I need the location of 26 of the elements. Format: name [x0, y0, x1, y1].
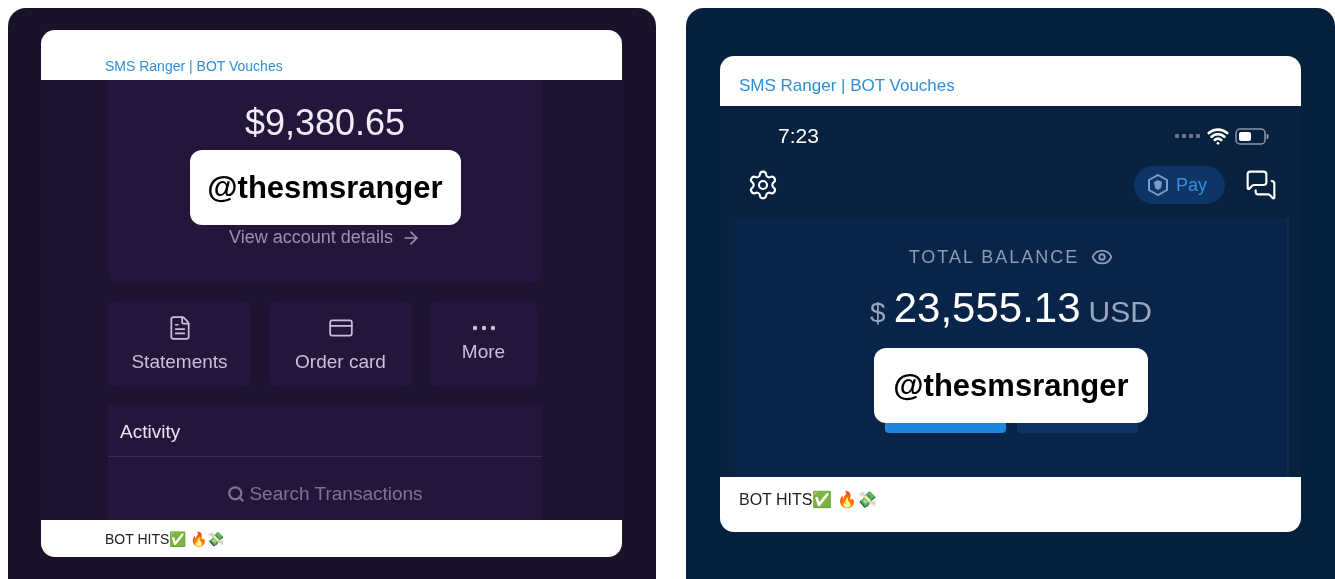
action-button[interactable]: Order card: [269, 301, 412, 387]
view-details-link[interactable]: View account details: [229, 227, 421, 248]
pay-button[interactable]: Pay: [1133, 166, 1225, 204]
channel-name[interactable]: SMS Ranger | BOT Vouches: [739, 76, 955, 96]
signal-icon: [1175, 133, 1201, 139]
activity-heading: Activity: [108, 405, 542, 457]
username-sticker: @thesmsranger: [189, 150, 461, 225]
search-icon: [227, 485, 246, 503]
caption-text: BOT HITS✅ 🔥💸: [739, 490, 877, 509]
action-button[interactable]: Statements: [108, 301, 251, 387]
status-time: 7:23: [778, 124, 819, 148]
caption-text: BOT HITS✅ 🔥💸: [105, 530, 225, 547]
more-icon: [471, 325, 496, 331]
currency-code: USD: [1088, 295, 1152, 329]
balance-amount: $9,380.65: [244, 102, 406, 144]
balance-title: TOTAL BALANCE: [908, 246, 1080, 268]
chat-icon[interactable]: [1245, 169, 1277, 201]
battery-icon: [1235, 127, 1269, 145]
channel-name[interactable]: SMS Ranger | BOT Vouches: [105, 58, 283, 74]
currency-symbol: $: [870, 297, 886, 329]
action-button[interactable]: More: [430, 301, 537, 387]
balance-amount: 23,555.13: [893, 284, 1081, 332]
wifi-icon: [1207, 125, 1229, 147]
search-field[interactable]: Search Transactions: [108, 457, 542, 505]
username-sticker: @thesmsranger: [874, 348, 1148, 423]
settings-icon[interactable]: [747, 169, 779, 201]
